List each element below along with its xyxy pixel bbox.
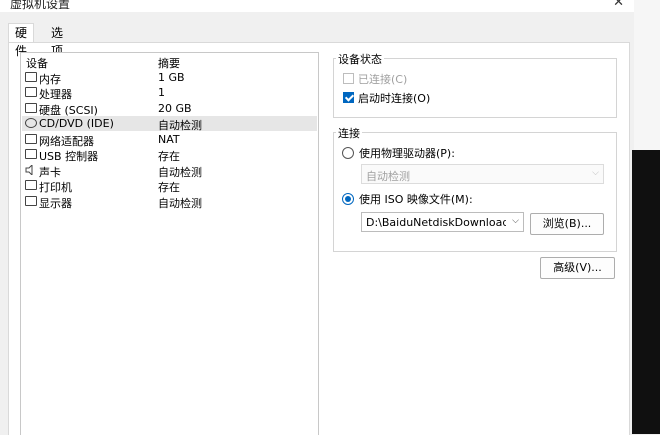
device-summary: 存在 [158, 150, 180, 163]
device-name: CD/DVD (IDE) [39, 117, 114, 130]
device-name: 打印机 [39, 181, 72, 194]
device-summary: 20 GB [158, 102, 192, 115]
connection-title: 连接 [336, 125, 362, 141]
harddisk-icon [25, 103, 37, 113]
iso-path-combobox[interactable]: D:\BaiduNetdiskDownload\hac ⌵ [361, 212, 524, 232]
connect-at-power-on-checkbox[interactable] [343, 92, 354, 103]
device-row-memory[interactable]: 内存 1 GB [22, 70, 317, 86]
close-icon[interactable]: ✕ [613, 0, 624, 10]
column-header-device[interactable]: 设备 [26, 55, 48, 70]
device-row-printer[interactable]: 打印机 存在 [22, 178, 317, 194]
chevron-down-icon[interactable]: ⌵ [512, 216, 519, 226]
device-name: 处理器 [39, 88, 72, 101]
title-bar: 虚拟机设置 ✕ [0, 0, 634, 12]
browse-button[interactable]: 浏览(B)... [530, 213, 604, 235]
device-row-harddisk[interactable]: 硬盘 (SCSI) 20 GB [22, 101, 317, 117]
background-window [632, 150, 660, 434]
printer-icon [25, 180, 37, 190]
memory-icon [25, 72, 37, 82]
display-icon [25, 196, 37, 206]
device-list: 设备 摘要 内存 1 GB 处理器 1 硬盘 (SCSI) 20 GB CD/D… [20, 52, 319, 435]
device-summary: 自动检测 [158, 197, 202, 210]
physical-drive-radio[interactable] [342, 147, 354, 159]
processor-icon [25, 87, 37, 97]
physical-drive-value: 自动检测 [366, 170, 410, 183]
tab-hardware[interactable]: 硬件 [8, 23, 35, 58]
device-name: 显示器 [39, 197, 72, 210]
chevron-down-icon: ⌵ [592, 168, 599, 178]
device-summary: 存在 [158, 181, 180, 194]
window-title: 虚拟机设置 [10, 0, 71, 11]
device-row-network-adapter[interactable]: 网络适配器 NAT [22, 132, 317, 148]
device-name: USB 控制器 [39, 150, 99, 163]
physical-drive-select[interactable]: 自动检测 ⌵ [361, 164, 604, 184]
column-header-summary[interactable]: 摘要 [158, 55, 180, 70]
iso-image-label: 使用 ISO 映像文件(M): [359, 193, 473, 206]
physical-drive-label: 使用物理驱动器(P): [359, 147, 455, 160]
device-summary: NAT [158, 133, 180, 146]
connect-at-power-on-label: 启动时连接(O) [358, 92, 431, 105]
iso-path-value: D:\BaiduNetdiskDownload\hac [366, 216, 506, 229]
device-status-group [333, 58, 617, 118]
device-row-usb[interactable]: USB 控制器 存在 [22, 147, 317, 163]
device-summary: 自动检测 [158, 119, 202, 132]
device-row-display[interactable]: 显示器 自动检测 [22, 194, 317, 210]
advanced-button[interactable]: 高级(V)... [540, 257, 615, 279]
usb-icon [25, 149, 37, 159]
device-row-cd-dvd[interactable]: CD/DVD (IDE) 自动检测 [22, 116, 317, 132]
tab-options[interactable]: 选项 [44, 23, 70, 58]
connected-label: 已连接(C) [358, 73, 408, 86]
device-summary: 1 [158, 86, 165, 99]
device-row-sound-card[interactable]: 声卡 自动检测 [22, 163, 317, 179]
device-summary: 1 GB [158, 71, 185, 84]
iso-image-radio[interactable] [342, 193, 354, 205]
device-row-processor[interactable]: 处理器 1 [22, 85, 317, 101]
sound-card-icon [25, 163, 37, 177]
network-adapter-icon [25, 134, 37, 144]
device-status-title: 设备状态 [336, 51, 384, 67]
connected-checkbox[interactable] [343, 73, 354, 84]
cd-dvd-icon [25, 118, 37, 128]
